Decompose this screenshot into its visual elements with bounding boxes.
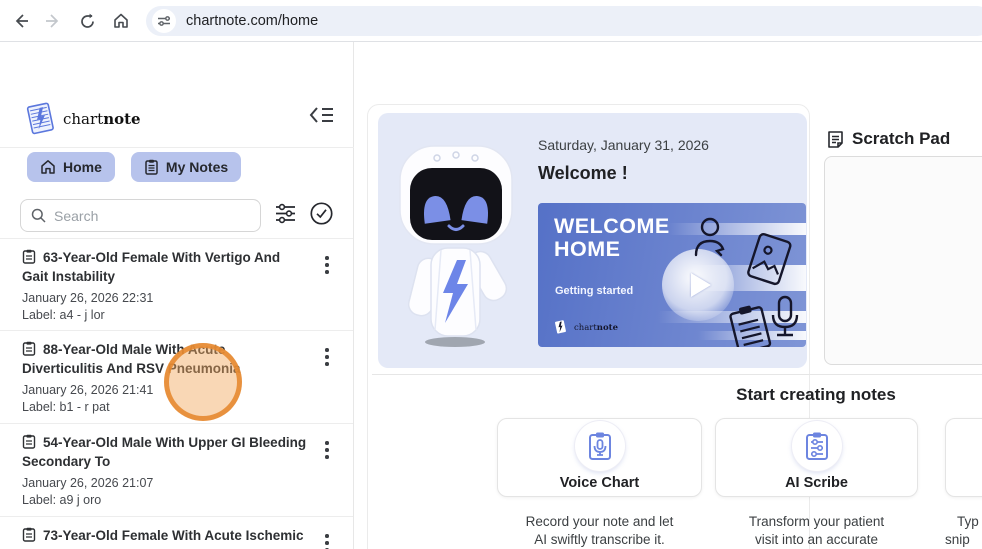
home-browser-icon[interactable] bbox=[108, 8, 134, 34]
note-icon bbox=[22, 434, 36, 454]
note-title: 54-Year-Old Male With Upper GI Bleeding … bbox=[22, 434, 307, 469]
scratch-pad-heading: Scratch Pad bbox=[826, 129, 950, 149]
photo-card-icon bbox=[747, 233, 792, 286]
note-date: January 26, 2026 21:41 bbox=[22, 383, 154, 397]
getting-started-video[interactable]: WELCOME HOME Getting started chartnote bbox=[538, 203, 806, 347]
kebab-menu-icon[interactable] bbox=[321, 344, 333, 370]
home-nav-button[interactable]: Home bbox=[27, 152, 115, 182]
search-input[interactable] bbox=[54, 207, 244, 224]
voice-chart-label: Voice Chart bbox=[559, 475, 640, 491]
note-icon bbox=[22, 341, 36, 361]
note-title: 73-Year-Old Female With Acute Ischemic S… bbox=[22, 527, 309, 549]
my-notes-nav-button[interactable]: My Notes bbox=[130, 152, 242, 182]
search-box[interactable] bbox=[20, 199, 261, 232]
ai-scribe-label: AI Scribe bbox=[785, 475, 848, 491]
app-window: chartnote.com/home chartnote Home My Not… bbox=[0, 0, 982, 549]
robot-mascot-illustration bbox=[399, 145, 513, 347]
welcome-greeting: Welcome ! bbox=[538, 163, 628, 183]
forward-icon[interactable] bbox=[40, 8, 66, 34]
note-label: Label: a4 - j lor bbox=[22, 308, 105, 322]
notes-icon bbox=[145, 159, 158, 175]
note-date: January 26, 2026 21:07 bbox=[22, 476, 154, 490]
filter-icon[interactable] bbox=[274, 202, 297, 230]
my-notes-nav-label: My Notes bbox=[165, 159, 229, 175]
collapse-sidebar-icon[interactable] bbox=[309, 104, 335, 131]
ai-scribe-description: Transform your patient visit into an accu… bbox=[748, 514, 885, 547]
scratch-pad-title: Scratch Pad bbox=[852, 129, 951, 148]
note-list-item[interactable]: 54-Year-Old Male With Upper GI Bleeding … bbox=[0, 423, 353, 516]
section-divider bbox=[372, 374, 982, 375]
note-list-item[interactable]: 88-Year-Old Male With Acute Diverticulit… bbox=[0, 330, 353, 423]
note-label: Label: a9 j oro bbox=[22, 493, 102, 507]
third-card-description: Typ snip bbox=[945, 514, 979, 547]
note-label: Label: b1 - r pat bbox=[22, 400, 110, 414]
voice-chart-description: Record your note and let AI swiftly trans… bbox=[525, 514, 674, 547]
microphone-icon bbox=[771, 295, 799, 337]
kebab-menu-icon[interactable] bbox=[321, 530, 333, 549]
note-list-item[interactable]: 63-Year-Old Female With Vertigo And Gait… bbox=[0, 238, 353, 330]
house-icon bbox=[41, 160, 55, 174]
ai-scribe-icon bbox=[791, 421, 842, 471]
person-icon bbox=[694, 217, 725, 257]
scratch-pad-icon bbox=[828, 130, 843, 148]
third-create-card[interactable] bbox=[945, 418, 982, 497]
sidebar-divider bbox=[0, 147, 354, 148]
voice-chart-card[interactable]: Voice Chart bbox=[497, 418, 702, 497]
video-brand-logo: chartnote bbox=[553, 319, 618, 336]
kebab-menu-icon[interactable] bbox=[321, 252, 333, 278]
address-bar[interactable]: chartnote.com/home bbox=[146, 6, 982, 36]
note-list-item[interactable]: 73-Year-Old Female With Acute Ischemic S… bbox=[0, 516, 353, 549]
browser-toolbar: chartnote.com/home bbox=[0, 0, 982, 42]
url-text: chartnote.com/home bbox=[186, 13, 319, 29]
note-icon bbox=[22, 527, 36, 547]
video-subtitle: Getting started bbox=[555, 285, 634, 297]
brand-wordmark: chartnote bbox=[63, 110, 141, 128]
note-icon bbox=[22, 249, 36, 269]
start-creating-notes-heading: Start creating notes bbox=[736, 385, 896, 404]
back-icon[interactable] bbox=[8, 8, 34, 34]
note-title: 63-Year-Old Female With Vertigo And Gait… bbox=[22, 249, 281, 284]
site-settings-icon[interactable] bbox=[152, 9, 176, 33]
home-nav-label: Home bbox=[63, 159, 102, 175]
chartnote-logo-icon bbox=[26, 102, 54, 135]
clipboard-icon bbox=[729, 305, 772, 347]
brand-logo: chartnote bbox=[22, 100, 141, 138]
video-title: WELCOME HOME bbox=[554, 214, 670, 261]
kebab-menu-icon[interactable] bbox=[321, 437, 333, 463]
ai-scribe-card[interactable]: AI Scribe bbox=[715, 418, 918, 497]
select-all-icon[interactable] bbox=[309, 201, 334, 231]
voice-chart-icon bbox=[574, 421, 625, 471]
reload-icon[interactable] bbox=[74, 8, 100, 34]
search-icon bbox=[31, 208, 46, 223]
sidebar: chartnote Home My Notes Search 63-Year-O… bbox=[0, 42, 354, 549]
scratch-pad-textarea[interactable] bbox=[824, 156, 982, 365]
welcome-date: Saturday, January 31, 2026 bbox=[538, 137, 709, 153]
note-title: 88-Year-Old Male With Acute Diverticulit… bbox=[22, 341, 241, 376]
note-date: January 26, 2026 22:31 bbox=[22, 291, 154, 305]
